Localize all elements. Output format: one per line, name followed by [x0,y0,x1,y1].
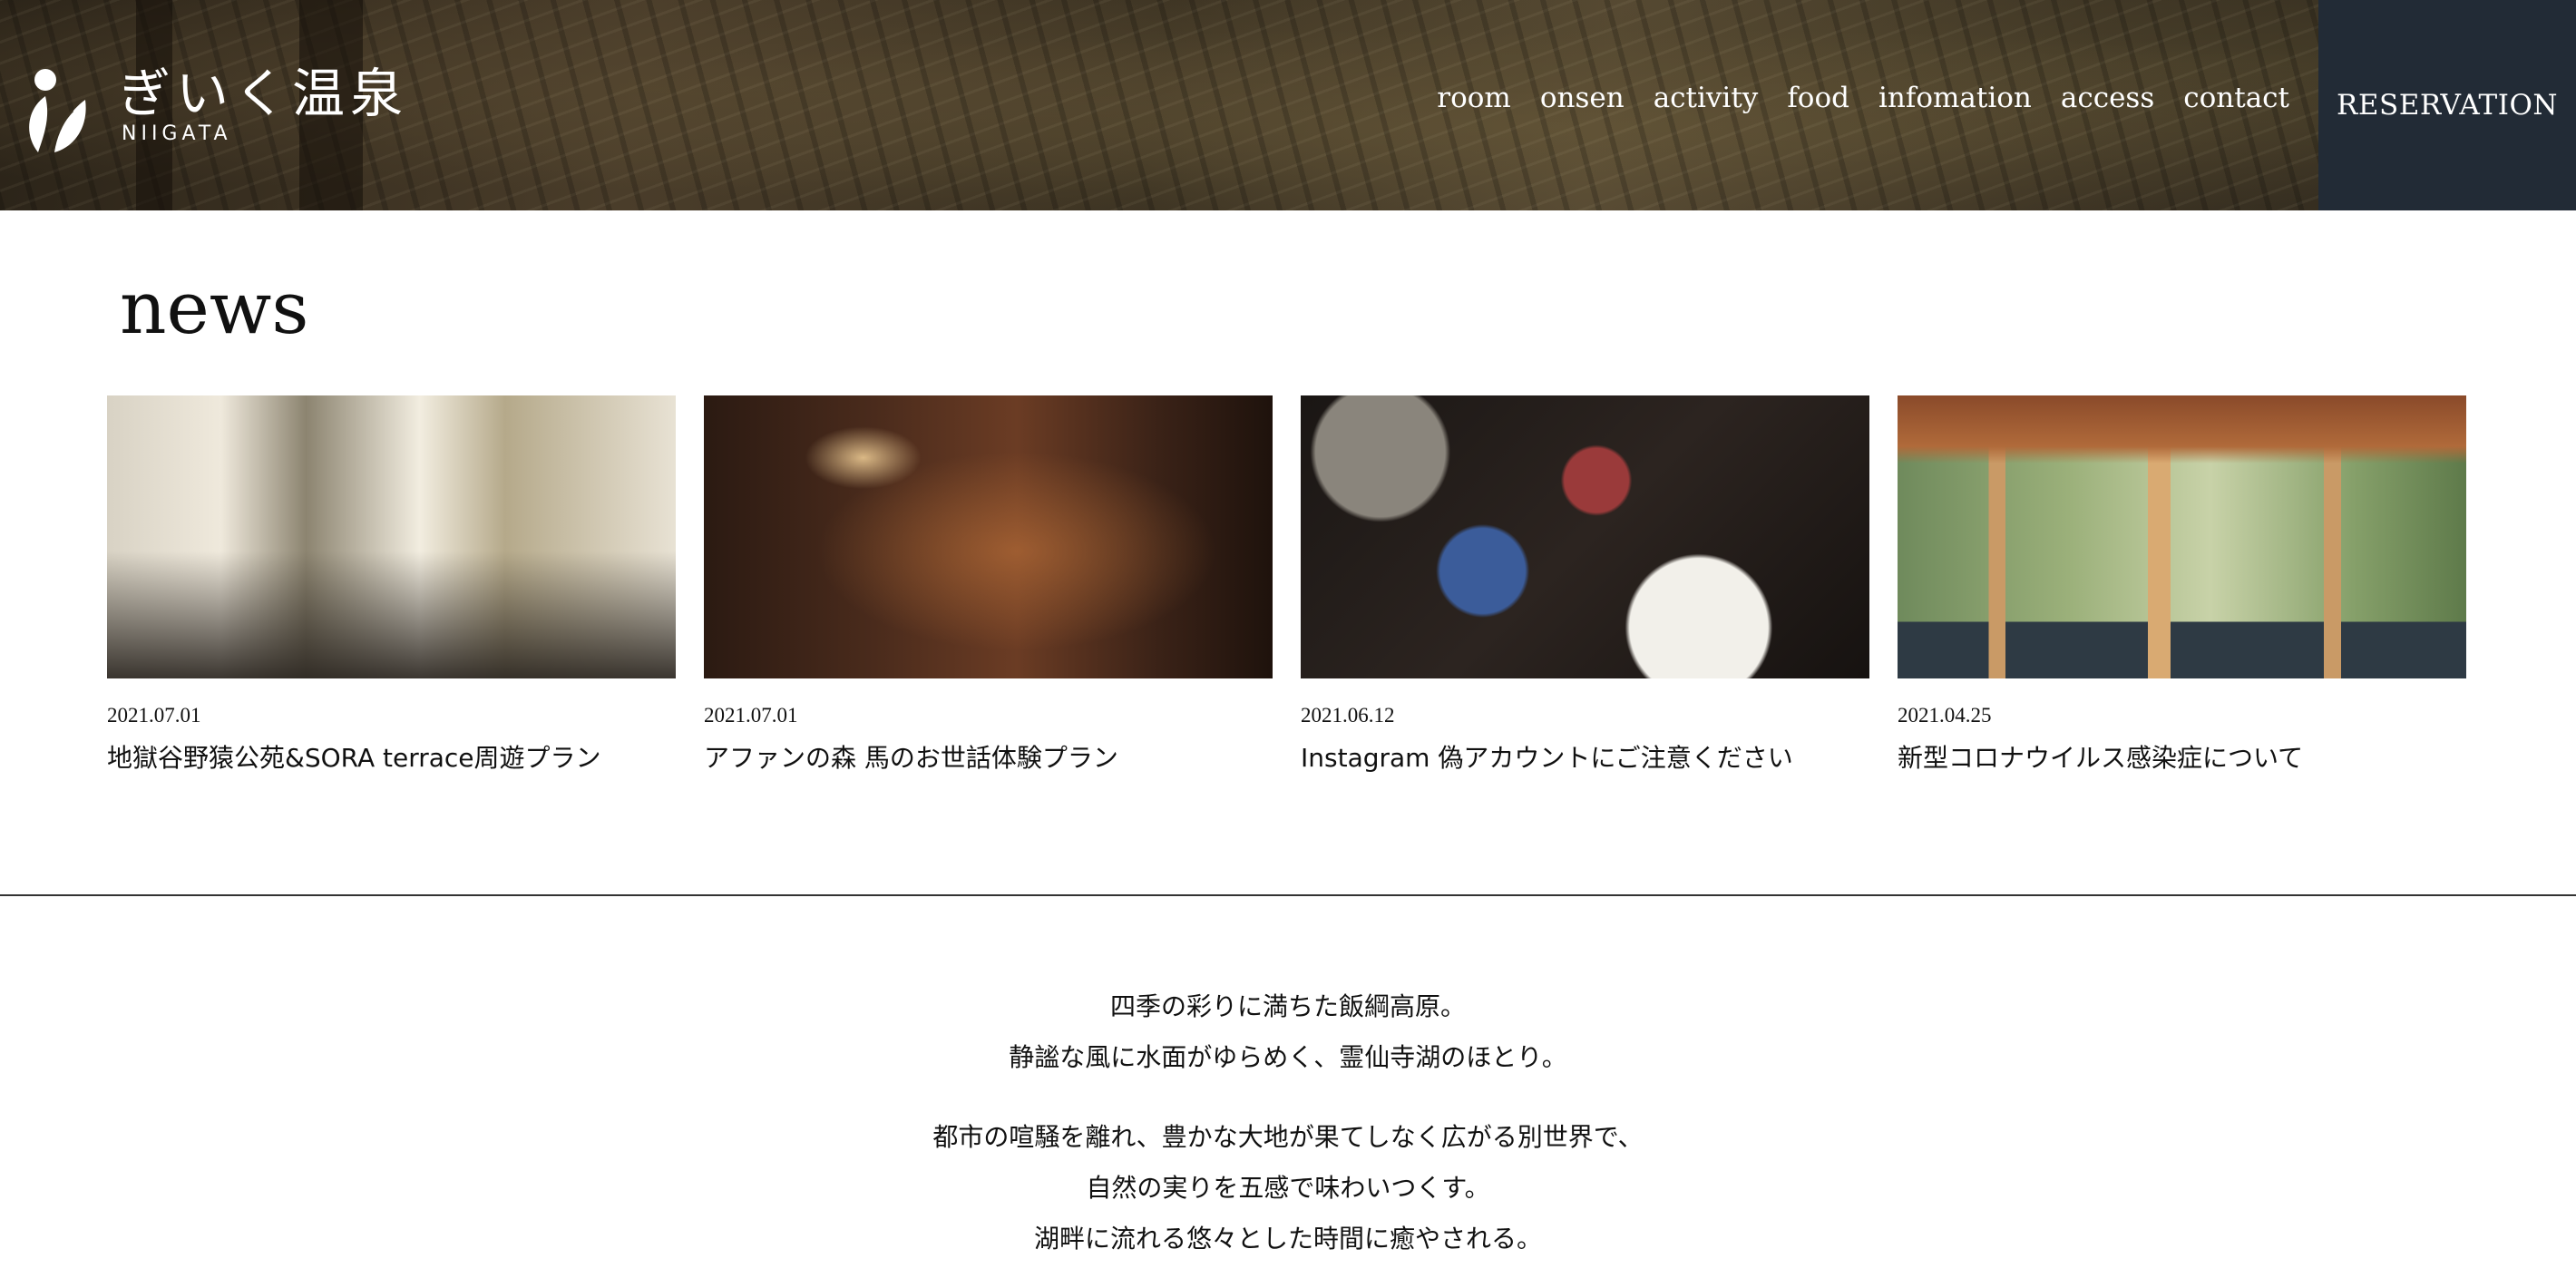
gazebo-bath-photo[interactable] [1898,395,2466,678]
news-card[interactable]: 2021.04.25 新型コロナウイルス感染症について [1898,395,2466,775]
news-heading: news [120,266,309,350]
news-date: 2021.07.01 [704,704,798,727]
intro-line: 湖畔に流れる悠々とした時間に癒やされる。 [1033,1224,1542,1254]
news-date: 2021.04.25 [1898,704,1992,727]
lounge-photo[interactable] [107,395,676,678]
news-card[interactable]: 2021.07.01 アファンの森 馬のお世話体験プラン [704,395,1273,775]
nav-item-activity[interactable]: activity [1654,76,1759,120]
logo-title: ぎいく温泉 [118,63,409,124]
nav-item-room[interactable]: room [1437,76,1511,120]
nav-item-infomation[interactable]: infomation [1878,76,2032,120]
intro-line: 自然の実りを五感で味わいつくす。 [1086,1173,1490,1203]
news-title-link[interactable]: 地獄谷野猿公苑&SORA terrace周遊プラン [107,742,676,775]
news-date: 2021.07.01 [107,704,201,727]
site-header: ぎいく温泉 NIIGATA room onsen activity food i… [0,0,2576,210]
news-title-link[interactable]: 新型コロナウイルス感染症について [1898,742,2466,775]
reservation-button[interactable]: RESERVATION [2318,0,2576,210]
kaiseki-food-photo[interactable] [1301,395,1869,678]
nav-item-access[interactable]: access [2061,76,2154,120]
news-card[interactable]: 2021.07.01 地獄谷野猿公苑&SORA terrace周遊プラン [107,395,676,775]
intro-line: 静謐な風に水面がゆらめく、霊仙寺湖のほとり。 [1009,1042,1567,1072]
news-title-link[interactable]: アファンの森 馬のお世話体験プラン [704,742,1273,775]
intro-line: 四季の彩りに満ちた飯綱高原。 [1109,991,1466,1021]
news-date: 2021.06.12 [1301,704,1395,727]
news-title-link[interactable]: Instagram 偽アカウントにご注意ください [1301,742,1869,775]
nav-item-food[interactable]: food [1787,76,1849,120]
bar-photo[interactable] [704,395,1273,678]
main-nav: room onsen activity food infomation acce… [1437,76,2289,120]
intro-paragraph-gap [0,1083,2576,1112]
nav-item-onsen[interactable]: onsen [1540,76,1625,120]
intro-line: 都市の喧騒を離れ、豊かな大地が果てしなく広がる別世界で、 [932,1122,1644,1152]
logo-subtitle: NIIGATA [122,122,232,145]
logo-text: ぎいく温泉 NIIGATA [118,63,408,145]
intro-text: 四季の彩りに満ちた飯綱高原。 静謐な風に水面がゆらめく、霊仙寺湖のほとり。 都市… [0,981,2576,1264]
leaf-drop-logo-icon [29,69,86,153]
nav-item-contact[interactable]: contact [2183,76,2289,120]
section-divider [0,894,2576,896]
news-card[interactable]: 2021.06.12 Instagram 偽アカウントにご注意ください [1301,395,1869,775]
site-logo[interactable]: ぎいく温泉 NIIGATA [18,63,408,158]
news-list: 2021.07.01 地獄谷野猿公苑&SORA terrace周遊プラン 202… [107,395,2466,775]
